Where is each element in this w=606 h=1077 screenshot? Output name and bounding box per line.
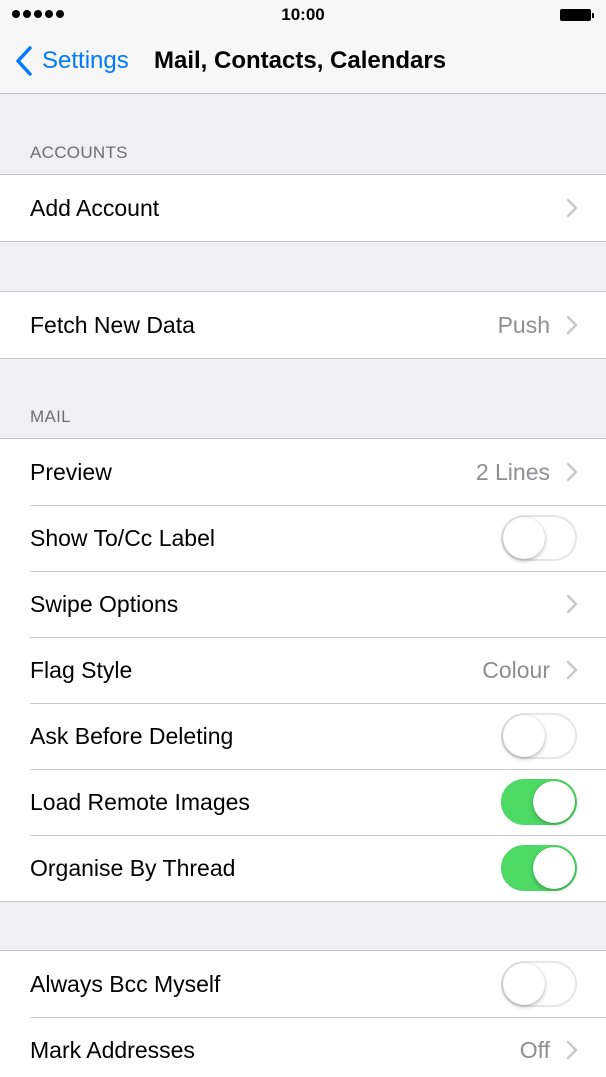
battery-icon <box>560 9 594 21</box>
always-bcc-myself-toggle[interactable] <box>501 961 577 1007</box>
compose-group: Always Bcc Myself Mark Addresses Off <box>0 950 606 1077</box>
fetch-group: Fetch New Data Push <box>0 291 606 359</box>
add-account-label: Add Account <box>30 194 160 221</box>
status-time: 10:00 <box>281 5 325 24</box>
chevron-right-icon <box>566 462 578 482</box>
ask-before-deleting-toggle[interactable] <box>501 713 577 759</box>
ask-before-deleting-label: Ask Before Deleting <box>30 722 234 749</box>
preview-label: Preview <box>30 458 112 485</box>
back-button-label: Settings <box>42 47 129 74</box>
section-header-accounts: ACCOUNTS <box>30 143 128 162</box>
mail-group: Preview 2 Lines Show To/Cc Label Swipe O… <box>0 438 606 902</box>
flag-style-row[interactable]: Flag Style Colour <box>0 637 606 703</box>
chevron-right-icon <box>566 198 578 218</box>
load-remote-images-row: Load Remote Images <box>0 769 606 835</box>
ask-before-deleting-row: Ask Before Deleting <box>0 703 606 769</box>
accounts-group: Add Account <box>0 174 606 242</box>
show-tocc-label-row: Show To/Cc Label <box>0 505 606 571</box>
chevron-right-icon <box>566 315 578 335</box>
fetch-new-data-value: Push <box>497 311 550 338</box>
mark-addresses-label: Mark Addresses <box>30 1036 195 1063</box>
load-remote-images-label: Load Remote Images <box>30 788 250 815</box>
organise-by-thread-toggle[interactable] <box>501 845 577 891</box>
chevron-right-icon <box>566 594 578 614</box>
organise-by-thread-row: Organise By Thread <box>0 835 606 901</box>
navigation-bar: Settings Mail, Contacts, Calendars <box>0 30 606 94</box>
show-tocc-label-label: Show To/Cc Label <box>30 524 215 551</box>
swipe-options-label: Swipe Options <box>30 590 179 617</box>
status-bar: 10:00 <box>0 0 606 30</box>
flag-style-label: Flag Style <box>30 656 133 683</box>
preview-row[interactable]: Preview 2 Lines <box>0 439 606 505</box>
fetch-new-data-label: Fetch New Data <box>30 311 195 338</box>
show-tocc-label-toggle[interactable] <box>501 515 577 561</box>
always-bcc-myself-row: Always Bcc Myself <box>0 951 606 1017</box>
page-title: Mail, Contacts, Calendars <box>154 47 447 74</box>
flag-style-value: Colour <box>482 656 550 683</box>
organise-by-thread-label: Organise By Thread <box>30 854 236 881</box>
chevron-right-icon <box>566 1040 578 1060</box>
swipe-options-row[interactable]: Swipe Options <box>0 571 606 637</box>
fetch-new-data-row[interactable]: Fetch New Data Push <box>0 292 606 358</box>
mark-addresses-row[interactable]: Mark Addresses Off <box>0 1017 606 1077</box>
add-account-row[interactable]: Add Account <box>0 175 606 241</box>
always-bcc-myself-label: Always Bcc Myself <box>30 970 221 997</box>
chevron-right-icon <box>566 660 578 680</box>
mark-addresses-value: Off <box>519 1036 550 1063</box>
back-button[interactable]: Settings <box>14 44 129 78</box>
load-remote-images-toggle[interactable] <box>501 779 577 825</box>
section-header-mail: MAIL <box>30 407 71 426</box>
back-chevron-icon <box>16 46 32 76</box>
preview-value: 2 Lines <box>475 458 550 485</box>
